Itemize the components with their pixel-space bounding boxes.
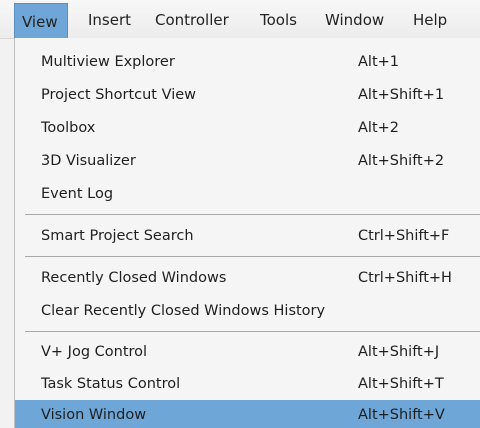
menu-item-shortcut: Ctrl+Shift+F [358, 228, 450, 244]
menu-item-v-plus-jog-control[interactable]: V+ Jog Control Alt+Shift+J [15, 336, 480, 368]
menu-item-shortcut: Ctrl+Shift+H [358, 270, 452, 286]
menu-item-toolbox[interactable]: Toolbox Alt+2 [15, 112, 480, 144]
menu-item-multiview-explorer[interactable]: Multiview Explorer Alt+1 [15, 46, 480, 78]
menu-item-label: Event Log [41, 186, 114, 202]
menu-item-shortcut: Alt+Shift+J [358, 344, 440, 360]
menu-item-shortcut: Alt+1 [358, 54, 400, 70]
menu-controller[interactable]: Controller [155, 8, 229, 32]
menu-item-label: Multiview Explorer [41, 54, 175, 70]
view-menu-dropdown: Multiview Explorer Alt+1 Project Shortcu… [14, 38, 480, 428]
application-window: View Insert Controller Tools Window Help… [0, 0, 480, 428]
menu-item-shortcut: Alt+Shift+1 [358, 87, 445, 103]
menu-item-label: Vision Window [41, 407, 147, 423]
menu-item-label: Project Shortcut View [41, 87, 196, 103]
menu-item-3d-visualizer[interactable]: 3D Visualizer Alt+Shift+2 [15, 145, 480, 177]
menu-item-label: 3D Visualizer [41, 153, 136, 169]
menu-bar: View Insert Controller Tools Window Help [0, 0, 480, 39]
menu-help[interactable]: Help [413, 8, 447, 32]
menu-insert[interactable]: Insert [88, 8, 131, 32]
menu-item-smart-project-search[interactable]: Smart Project Search Ctrl+Shift+F [15, 220, 480, 252]
menu-view[interactable]: View [14, 3, 68, 39]
menu-tools[interactable]: Tools [260, 8, 297, 32]
menu-item-project-shortcut-view[interactable]: Project Shortcut View Alt+Shift+1 [15, 79, 480, 111]
menu-separator [25, 331, 480, 332]
menu-item-vision-window[interactable]: Vision Window Alt+Shift+V [15, 400, 480, 428]
menu-item-label: Task Status Control [41, 376, 181, 392]
menu-item-label: Clear Recently Closed Windows History [41, 303, 326, 319]
menu-item-task-status-control[interactable]: Task Status Control Alt+Shift+T [15, 368, 480, 400]
menu-item-shortcut: Alt+Shift+V [358, 407, 445, 423]
menu-separator [25, 214, 480, 215]
menu-item-label: Toolbox [41, 120, 96, 136]
menu-item-shortcut: Alt+Shift+T [358, 376, 444, 392]
menu-separator [25, 256, 480, 257]
menu-item-label: Recently Closed Windows [41, 270, 227, 286]
menu-window[interactable]: Window [325, 8, 384, 32]
menu-item-event-log[interactable]: Event Log [15, 178, 480, 210]
menu-item-label: V+ Jog Control [41, 344, 148, 360]
menu-item-recently-closed-windows[interactable]: Recently Closed Windows Ctrl+Shift+H [15, 262, 480, 294]
menu-item-label: Smart Project Search [41, 228, 194, 244]
menu-item-shortcut: Alt+Shift+2 [358, 153, 445, 169]
menu-item-clear-recently-closed-windows-history[interactable]: Clear Recently Closed Windows History [15, 295, 480, 327]
menu-item-shortcut: Alt+2 [358, 120, 400, 136]
